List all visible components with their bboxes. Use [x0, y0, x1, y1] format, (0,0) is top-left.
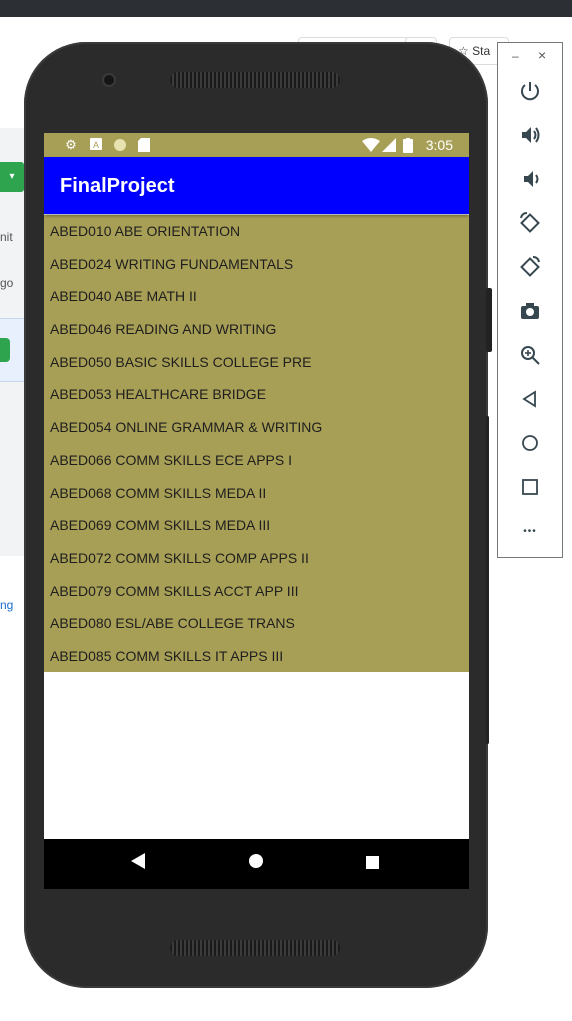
- course-list-item[interactable]: ABED024 WRITING FUNDAMENTALS: [44, 248, 469, 281]
- home-icon: [522, 435, 538, 451]
- course-list-item[interactable]: ABED080 ESL/ABE COLLEGE TRANS: [44, 607, 469, 640]
- course-list-item[interactable]: ABED050 BASIC SKILLS COLLEGE PRE: [44, 346, 469, 379]
- rotate-right-button[interactable]: [498, 245, 562, 289]
- phone-side-button[interactable]: [486, 288, 492, 352]
- background-green-button[interactable]: [0, 338, 10, 362]
- signal-icon: [382, 138, 396, 152]
- status-bar: ⚙ A 3:05: [44, 133, 469, 157]
- bottom-speaker: [170, 940, 340, 956]
- background-link[interactable]: ng: [0, 598, 13, 612]
- overview-icon: [522, 479, 538, 495]
- course-list-item[interactable]: ABED053 HEALTHCARE BRIDGE: [44, 378, 469, 411]
- rotate-left-icon: [520, 212, 540, 233]
- rotate-left-button[interactable]: [498, 201, 562, 245]
- course-list-item[interactable]: ABED054 ONLINE GRAMMAR & WRITING: [44, 411, 469, 444]
- rotate-right-icon: [520, 256, 540, 277]
- volume-down-button[interactable]: [498, 157, 562, 201]
- power-icon: [521, 82, 539, 101]
- more-icon: •••: [523, 525, 537, 537]
- nav-overview-icon[interactable]: [366, 853, 380, 873]
- back-button[interactable]: [498, 377, 562, 421]
- zoom-button[interactable]: [498, 333, 562, 377]
- background-text-1: nit: [0, 230, 13, 244]
- top-speaker: [170, 72, 340, 88]
- settings-icon: ⚙: [65, 137, 77, 152]
- nav-home-icon[interactable]: [248, 853, 264, 873]
- back-icon: [522, 390, 536, 408]
- circle-notification-icon: [113, 138, 127, 152]
- android-nav-bar: [44, 839, 469, 889]
- front-camera: [104, 75, 114, 85]
- battery-icon: [403, 138, 413, 153]
- status-time: 3:05: [425, 137, 453, 153]
- volume-up-icon: [522, 127, 540, 143]
- svg-text:A: A: [93, 140, 99, 150]
- browser-title-bar: [0, 0, 572, 17]
- minimize-button[interactable]: –: [512, 49, 519, 63]
- phone-volume-rocker[interactable]: [486, 416, 489, 744]
- close-button[interactable]: ×: [538, 47, 546, 63]
- power-button[interactable]: [498, 69, 562, 113]
- course-list-item[interactable]: ABED079 COMM SKILLS ACCT APP III: [44, 575, 469, 608]
- star-label: Sta: [472, 44, 491, 58]
- home-button[interactable]: [498, 421, 562, 465]
- course-list-item[interactable]: ABED066 COMM SKILLS ECE APPS I: [44, 444, 469, 477]
- nav-back-icon[interactable]: [131, 853, 145, 873]
- volume-down-icon: [524, 171, 539, 187]
- course-list-item[interactable]: ABED040 ABE MATH II: [44, 280, 469, 313]
- app-title: FinalProject: [60, 175, 175, 197]
- a-notification-icon: A: [89, 138, 103, 152]
- overview-button[interactable]: [498, 465, 562, 509]
- app-bar: FinalProject: [44, 157, 469, 214]
- screenshot-button[interactable]: [498, 289, 562, 333]
- course-list-item[interactable]: ABED069 COMM SKILLS MEDA III: [44, 509, 469, 542]
- course-list-item[interactable]: ABED068 COMM SKILLS MEDA II: [44, 477, 469, 510]
- course-list-item[interactable]: ABED046 READING AND WRITING: [44, 313, 469, 346]
- zoom-icon: [521, 346, 540, 365]
- camera-icon: [521, 303, 539, 319]
- background-dropdown-button[interactable]: ▾: [0, 162, 24, 192]
- emulator-toolbar: – × •••: [497, 42, 563, 558]
- course-list-item[interactable]: ABED072 COMM SKILLS COMP APPS II: [44, 542, 469, 575]
- more-button[interactable]: •••: [498, 509, 562, 553]
- wifi-icon: [362, 138, 380, 152]
- background-text-2: go: [0, 276, 14, 290]
- volume-up-button[interactable]: [498, 113, 562, 157]
- course-list[interactable]: ABED010 ABE ORIENTATION ABED024 WRITING …: [44, 215, 469, 672]
- sd-card-icon: [137, 138, 151, 152]
- course-list-item[interactable]: ABED085 COMM SKILLS IT APPS III: [44, 640, 469, 673]
- phone-screen: ⚙ A 3:05 FinalProject ABED010 ABE ORIENT…: [44, 133, 469, 889]
- course-list-item[interactable]: ABED010 ABE ORIENTATION: [44, 215, 469, 248]
